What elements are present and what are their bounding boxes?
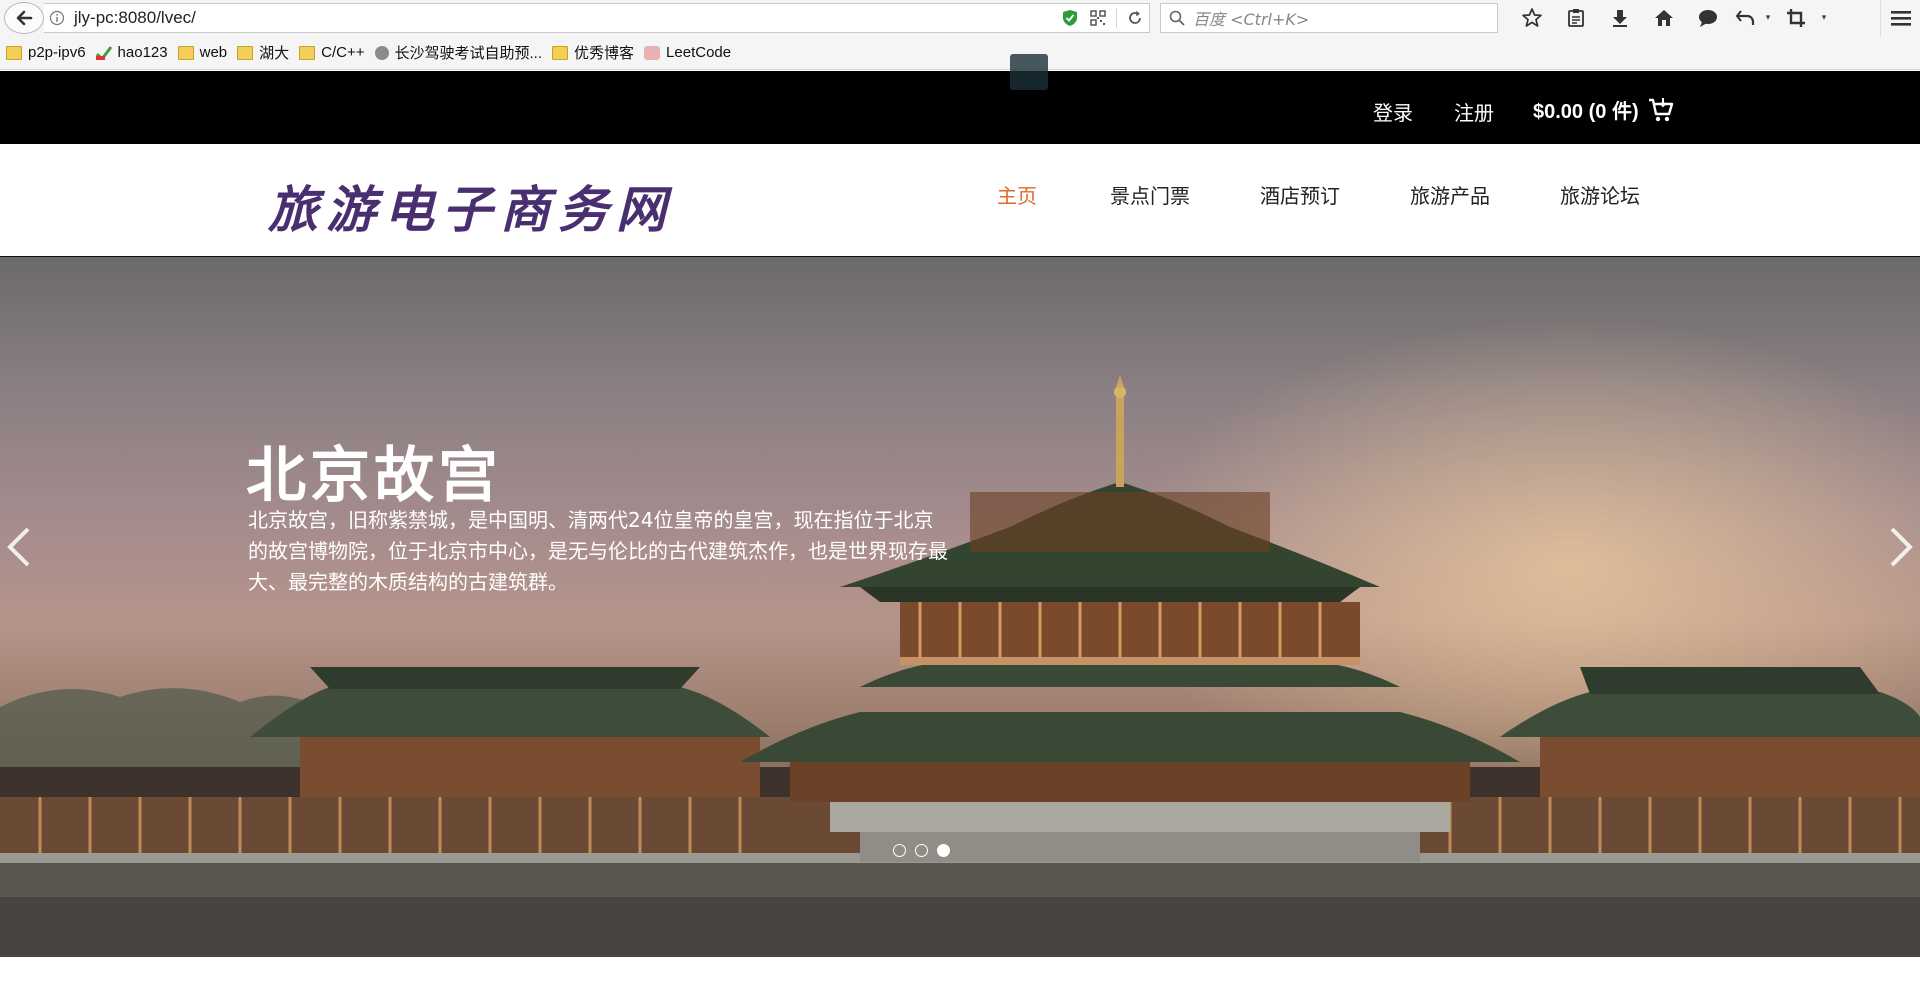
home-icon[interactable]	[1642, 0, 1686, 36]
bookmark-item[interactable]: 湖大	[237, 42, 289, 63]
leetcode-icon	[644, 45, 661, 60]
nav-tickets[interactable]: 景点门票	[1110, 180, 1190, 209]
carousel-dot-active[interactable]	[937, 844, 950, 857]
url-separator	[1116, 8, 1117, 28]
bookmark-item[interactable]: 优秀博客	[552, 42, 634, 63]
back-button[interactable]	[4, 2, 44, 34]
main-navbar: 旅游电子商务网 主页 景点门票 酒店预订 旅游产品 旅游论坛	[0, 144, 1920, 257]
chevron-left-icon	[7, 527, 30, 567]
cart-button[interactable]: $0.00 (0 件)	[1533, 95, 1675, 124]
cart-icon	[1648, 97, 1673, 121]
reload-icon[interactable]	[1121, 10, 1149, 26]
floating-widget-icon[interactable]	[1010, 54, 1048, 90]
reading-list-icon[interactable]	[1554, 0, 1598, 36]
login-link[interactable]: 登录	[1373, 97, 1413, 126]
hao123-icon	[95, 45, 112, 61]
bookmark-item[interactable]: web	[177, 44, 227, 61]
bookmark-star-icon[interactable]	[1510, 0, 1554, 36]
nav-products[interactable]: 旅游产品	[1410, 180, 1490, 209]
hero-carousel: 北京故宫 北京故宫，旧称紫禁城，是中国明、清两代24位皇帝的皇宫，现在指位于北京…	[0, 257, 1920, 957]
folder-icon	[299, 45, 316, 60]
nav-forum[interactable]: 旅游论坛	[1560, 180, 1640, 209]
nav-hotels[interactable]: 酒店预订	[1260, 180, 1340, 209]
menu-icon[interactable]	[1880, 0, 1920, 36]
folder-icon	[6, 45, 22, 60]
search-bar[interactable]: 百度 <Ctrl+K>	[1160, 3, 1498, 33]
carousel-prev-button[interactable]	[0, 522, 36, 572]
search-icon	[1169, 10, 1185, 26]
bookmarks-bar: p2p-ipv6 hao123 web 湖大 C/C++ 长沙驾驶考试自助预..…	[0, 36, 1920, 70]
carousel-indicators	[893, 844, 959, 857]
page-bottom	[0, 957, 1920, 989]
browser-toolbar: jly-pc:8080/lvec/ 百度 <Ctrl+K> ▾ ▾	[0, 0, 1920, 36]
chevron-right-icon	[1890, 527, 1913, 567]
palace-illustration	[0, 375, 1920, 957]
bookmark-item[interactable]: p2p-ipv6	[6, 44, 86, 61]
download-icon[interactable]	[1598, 0, 1642, 36]
nav-home[interactable]: 主页	[997, 180, 1037, 209]
undo-icon[interactable]	[1730, 0, 1760, 36]
hero-description: 北京故宫，旧称紫禁城，是中国明、清两代24位皇帝的皇宫，现在指位于北京的故宫博物…	[248, 508, 948, 594]
bookmark-item[interactable]: hao123	[95, 44, 168, 61]
globe-icon	[374, 45, 389, 60]
bookmark-item[interactable]: C/C++	[299, 44, 365, 61]
cart-summary: $0.00 (0 件)	[1533, 101, 1639, 123]
qrcode-icon[interactable]	[1084, 10, 1112, 26]
bookmark-item[interactable]: 长沙驾驶考试自助预...	[374, 42, 542, 63]
folder-icon	[177, 45, 194, 60]
crop-icon[interactable]	[1776, 0, 1816, 36]
site-info-icon[interactable]	[44, 3, 70, 33]
bookmark-item[interactable]: LeetCode	[644, 44, 731, 61]
back-arrow-icon	[16, 10, 33, 26]
url-bar[interactable]: jly-pc:8080/lvec/	[44, 3, 1150, 33]
carousel-dot[interactable]	[893, 844, 906, 857]
undo-dropdown-icon[interactable]: ▾	[1760, 0, 1776, 36]
search-placeholder: 百度 <Ctrl+K>	[1193, 10, 1310, 29]
site-topbar: 登录 注册 $0.00 (0 件)	[0, 71, 1920, 144]
hero-title: 北京故宫	[246, 441, 502, 511]
carousel-dot[interactable]	[915, 844, 928, 857]
url-text[interactable]: jly-pc:8080/lvec/	[70, 8, 1056, 28]
folder-icon	[237, 45, 254, 60]
crop-dropdown-icon[interactable]: ▾	[1816, 0, 1832, 36]
carousel-next-button[interactable]	[1884, 522, 1920, 572]
shield-icon[interactable]	[1056, 9, 1084, 27]
folder-icon	[552, 45, 569, 60]
chat-icon[interactable]	[1686, 0, 1730, 36]
site-logo[interactable]: 旅游电子商务网	[268, 170, 674, 242]
register-link[interactable]: 注册	[1454, 97, 1494, 126]
